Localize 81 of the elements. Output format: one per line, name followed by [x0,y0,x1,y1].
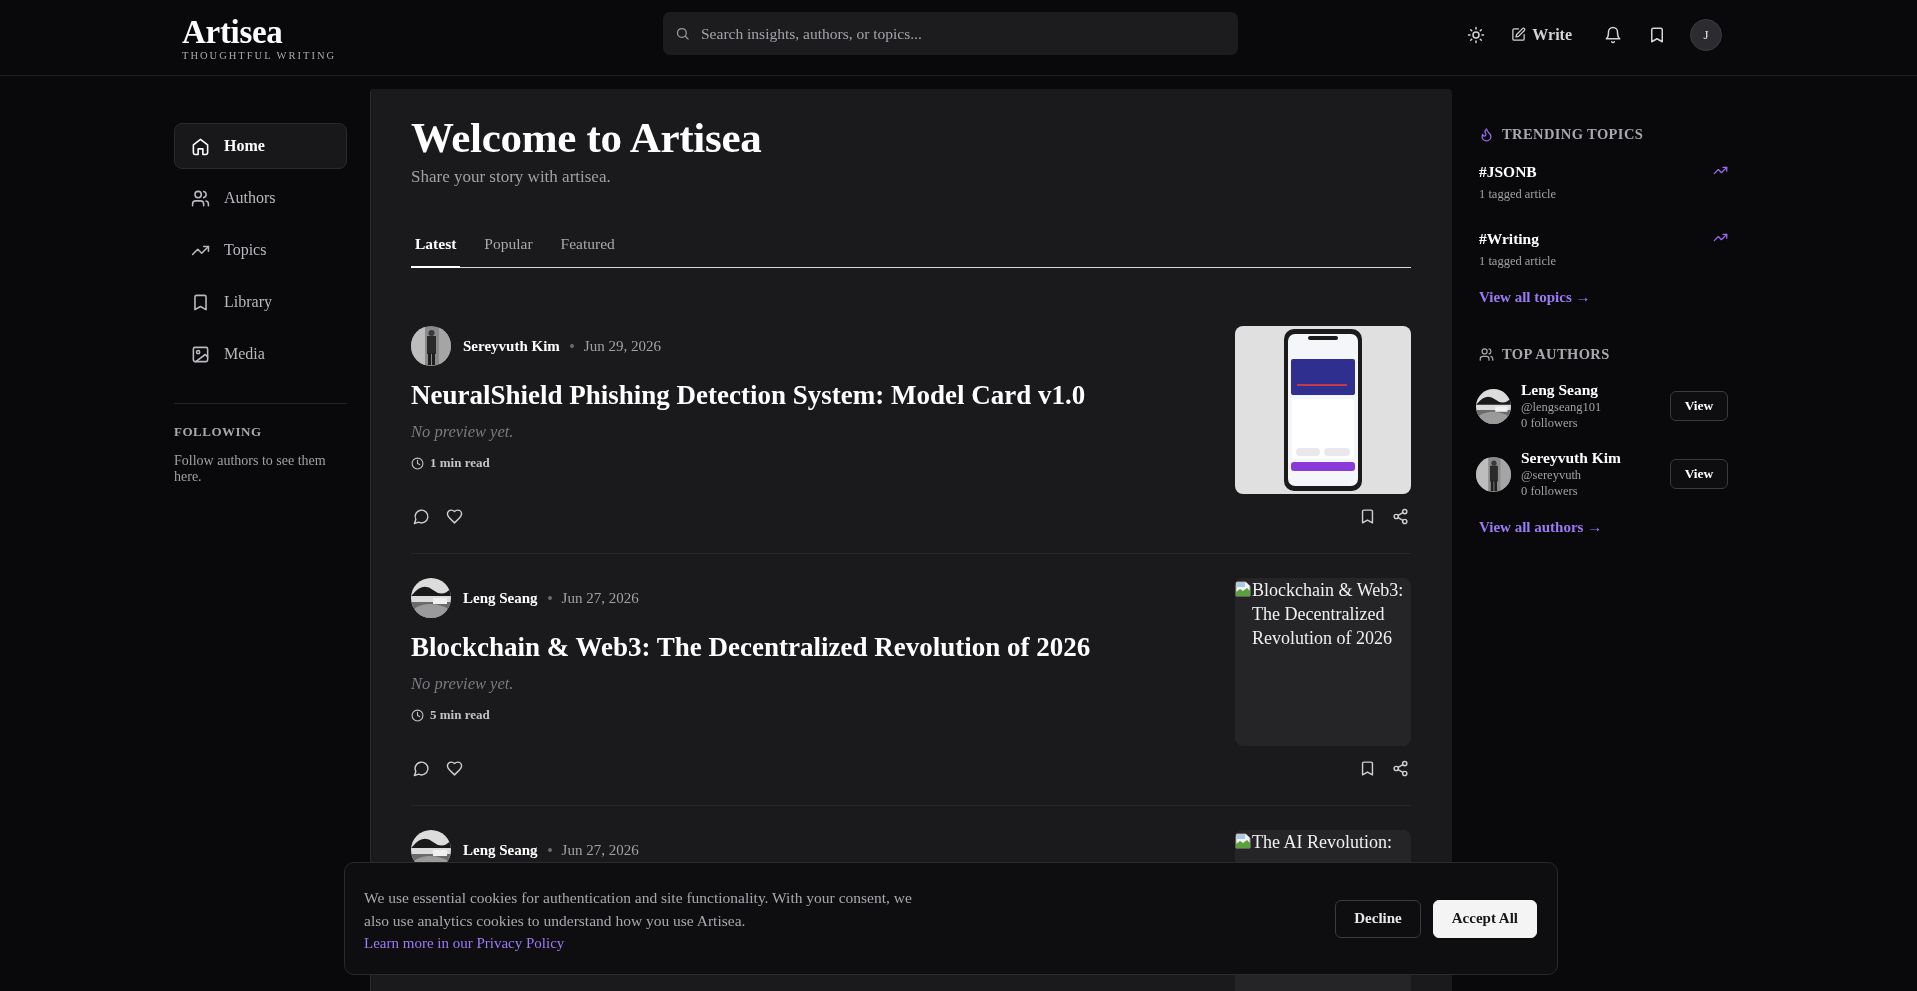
post-date: Jun 27, 2026 [561,841,639,859]
clock-icon [411,708,424,722]
post-date: Jun 29, 2026 [583,337,661,355]
topic-tag[interactable]: #Writing [1479,230,1557,248]
broken-image-icon [1235,581,1251,597]
article-title[interactable]: NeuralShield Phishing Detection System: Model Card v1.0 [411,378,1211,412]
article-preview: No preview yet. [411,422,515,442]
bookmark-icon [191,292,210,312]
author-name[interactable]: Sereyvuth Kim [1521,449,1660,467]
separator-dot [547,848,552,852]
image-alt-text: Blockchain & Web3: The Decentralized Revolution of 2026 [1252,579,1405,650]
read-time: 1 min read [430,455,490,471]
author-name[interactable]: Leng Seang [463,589,538,607]
empty-state-text: Follow authors to see them here. [174,453,327,485]
logo-text[interactable]: Artisea [182,16,663,48]
bookmark-icon [1648,25,1666,44]
view-all-link[interactable]: View all authors → [1479,519,1603,536]
nav-item[interactable]: Authors [174,175,347,221]
comment-button[interactable] [411,758,432,779]
tab[interactable]: Latest [411,235,461,268]
article-count: 1 tagged article [1479,254,1557,269]
nav-item[interactable]: Topics [174,227,347,273]
pencil-square-icon [1511,27,1527,42]
decline-button[interactable]: Decline [1335,899,1421,938]
share-button[interactable] [1390,758,1411,779]
accept-button[interactable]: Accept All [1432,899,1537,938]
image-icon [191,344,210,364]
flame-icon [1479,127,1494,142]
article-title[interactable]: Blockchain & Web3: The Decentralized Revolution of 2026 [411,630,1211,664]
section-heading: TRENDING TOPICS [1502,126,1644,143]
sun-icon [1467,25,1486,44]
people-icon [1479,347,1494,362]
author-name[interactable]: Leng Seang [463,841,538,859]
section-heading: FOLLOWING [174,424,263,440]
author-handle: @sereyvuth [1521,467,1583,483]
nav-item[interactable]: Library [174,279,347,325]
home-icon [191,136,210,156]
share-icon [1392,760,1409,777]
author-handle: @lengseang101 [1521,399,1603,415]
article-preview: No preview yet. [411,674,515,694]
clock-icon [411,456,424,470]
nav-item[interactable]: Media [174,331,347,377]
broken-image-icon [1235,833,1251,849]
author-name[interactable]: Sereyvuth Kim [463,337,560,355]
heart-icon [446,508,463,525]
comment-icon [413,508,430,525]
share-icon [1392,508,1409,525]
bell-icon [1604,25,1622,44]
view-button[interactable]: View [1670,391,1728,421]
bookmark-icon [1359,760,1376,777]
section-heading: TOP AUTHORS [1502,346,1610,363]
like-button[interactable] [444,758,465,779]
follower-count: 0 followers [1521,415,1579,431]
page-subtitle: Share your story with artisea. [411,167,612,187]
nav-item[interactable]: Home [174,123,347,169]
heart-icon [446,760,463,777]
comment-icon [413,760,430,777]
tab[interactable]: Featured [556,235,619,268]
write-button[interactable]: Write [1505,19,1578,50]
share-button[interactable] [1390,506,1411,527]
separator-dot [569,344,574,348]
follower-count: 0 followers [1521,483,1579,499]
privacy-policy-link[interactable]: Learn more in our Privacy Policy [364,934,565,952]
author-name[interactable]: Leng Seang [1521,381,1660,399]
image-alt-text: The AI Revolution: [1252,831,1393,854]
page-title: Welcome to Artisea [411,113,763,163]
read-time: 5 min read [430,707,490,723]
avatar-button[interactable]: J [1690,18,1722,51]
search-icon [675,26,690,41]
view-button[interactable]: View [1670,459,1728,489]
view-all-link[interactable]: View all topics → [1479,289,1591,306]
article-count: 1 tagged article [1479,187,1557,202]
separator-dot [547,596,552,600]
bookmark-icon [1359,508,1376,525]
topic-tag[interactable]: #JSONB [1479,163,1557,181]
tab[interactable]: Popular [480,235,537,268]
logo-tagline: THOUGHTFUL WRITING [182,50,338,61]
post-date: Jun 27, 2026 [561,589,639,607]
cookie-message: We use essential cookies for authentication and site functionality. With your consent, we also use analytics cookies to understand how you use Artisea. [364,887,913,931]
people-icon [191,188,210,208]
like-button[interactable] [444,506,465,527]
